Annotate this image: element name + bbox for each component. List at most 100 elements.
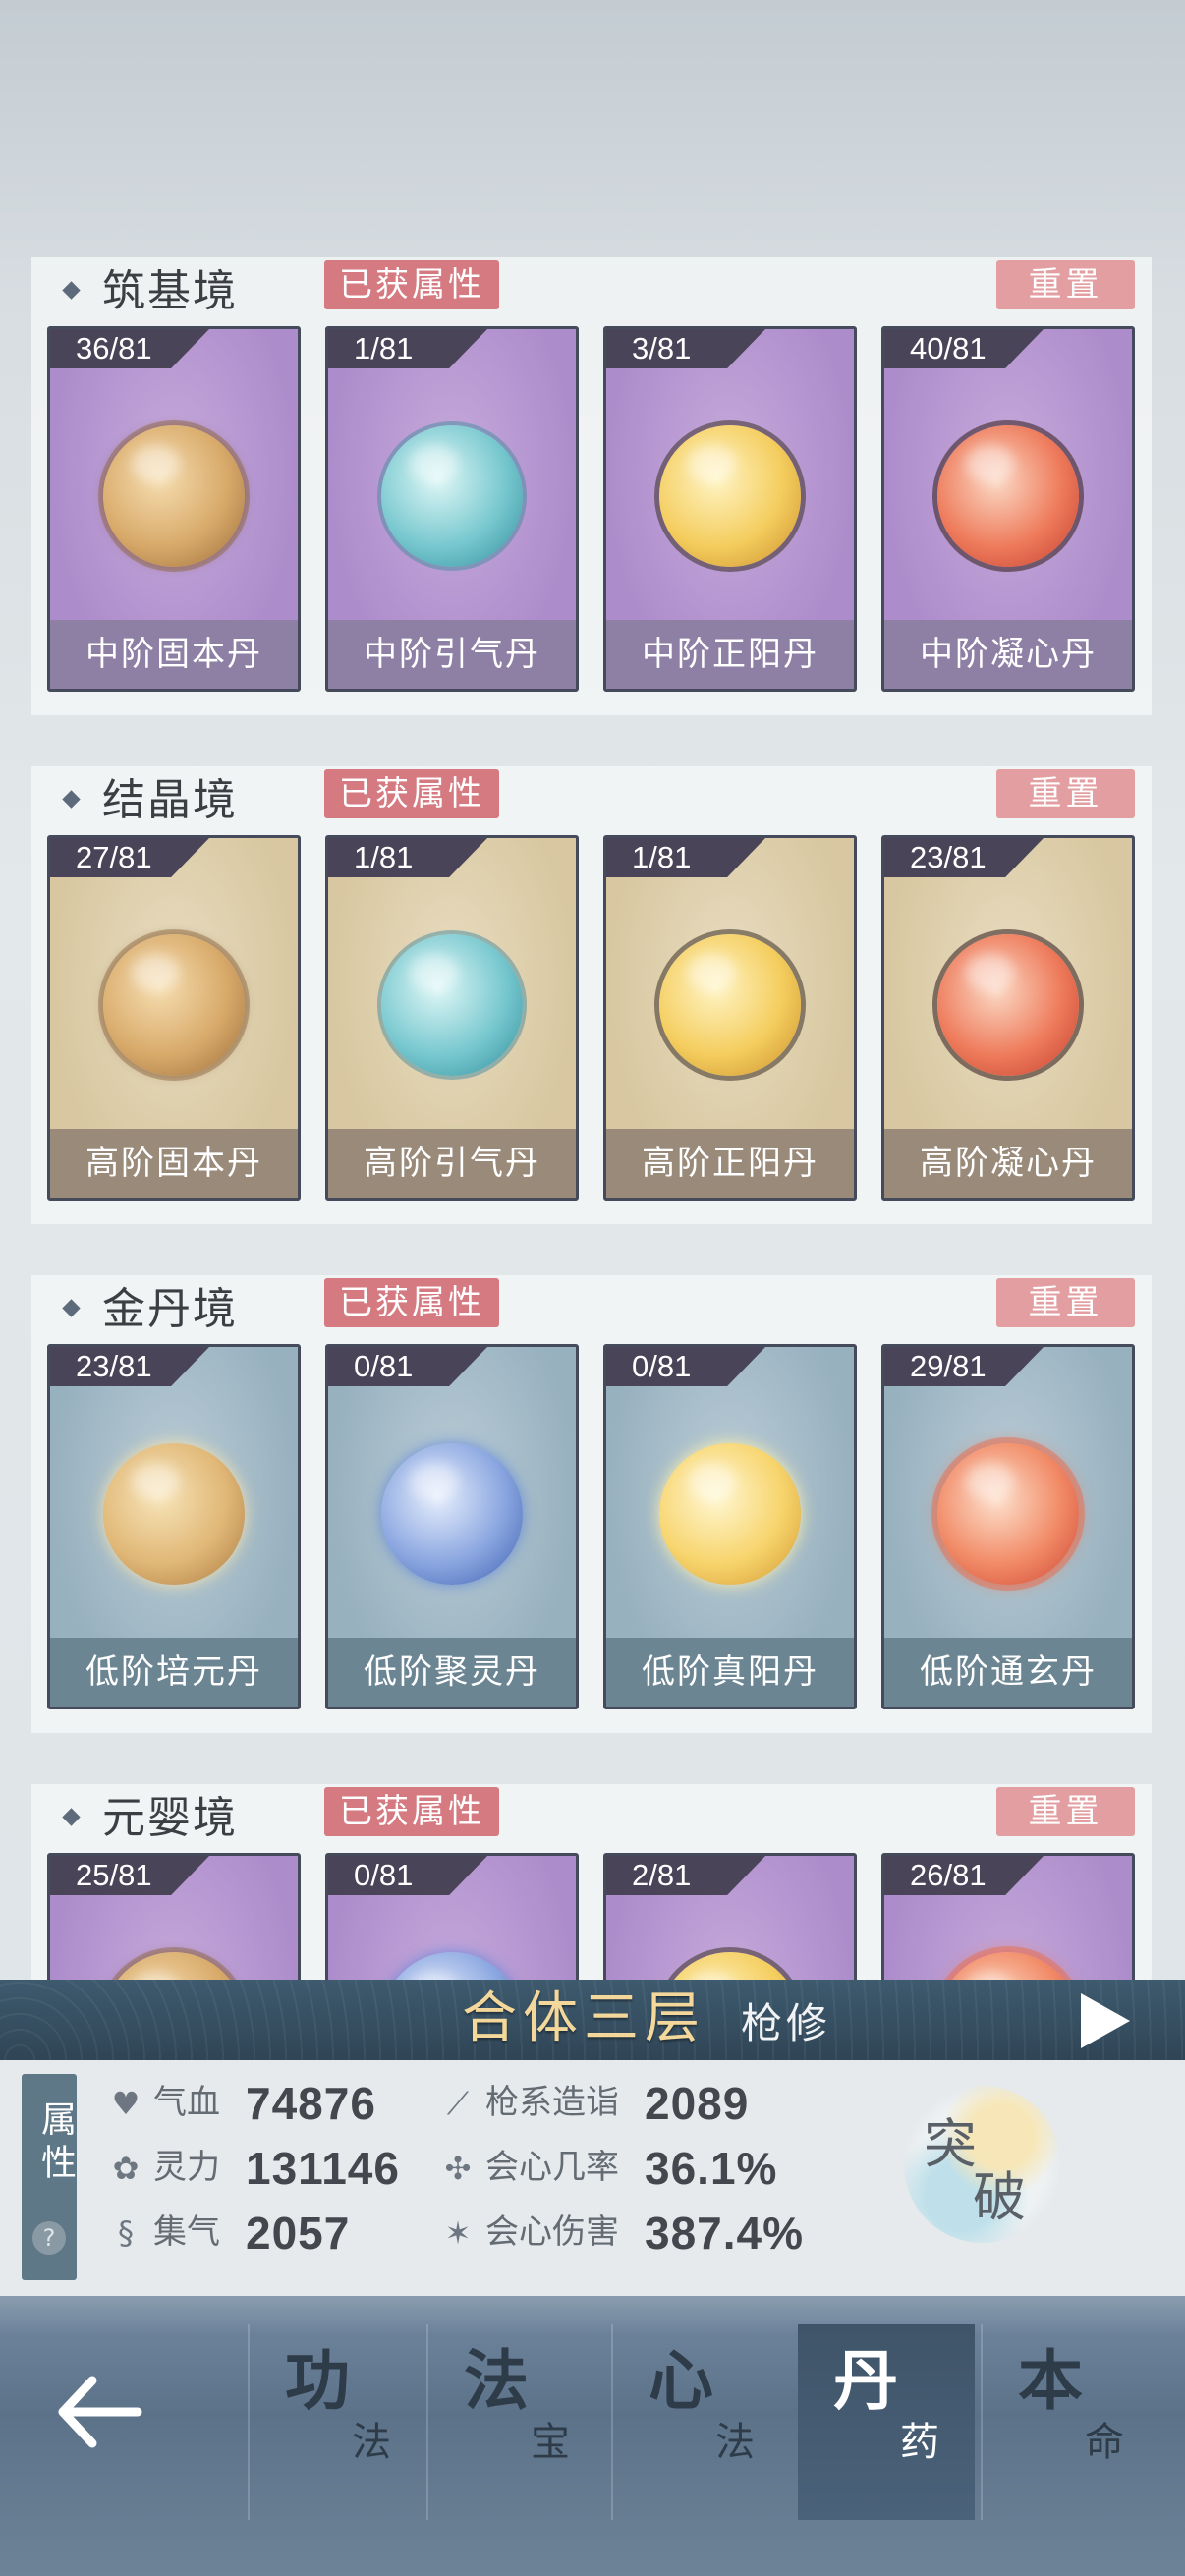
pill-name: 低阶通玄丹 bbox=[920, 1652, 1097, 1692]
pill-card[interactable]: 36/81 中阶固本丹 bbox=[47, 326, 301, 692]
obtained-attributes-button[interactable]: 已获属性 bbox=[324, 1787, 499, 1836]
crit-damage-icon: ✶ bbox=[444, 2214, 472, 2252]
pill-orb-icon bbox=[103, 1952, 245, 1980]
realm-section: 元婴境 已获属性 重置 25/81 0/81 2/81 26/81 bbox=[31, 1784, 1152, 1980]
stat-value: 2089 bbox=[645, 2078, 750, 2129]
tab-danyao[interactable]: 丹药 bbox=[798, 2324, 975, 2520]
pill-count: 27/81 bbox=[76, 840, 152, 874]
obtained-attributes-button[interactable]: 已获属性 bbox=[324, 1278, 499, 1327]
pill-orb-icon bbox=[659, 934, 801, 1076]
pill-name: 中阶固本丹 bbox=[85, 635, 262, 674]
pill-count: 25/81 bbox=[76, 1858, 152, 1892]
pill-card[interactable]: 25/81 bbox=[47, 1853, 301, 1980]
reset-button[interactable]: 重置 bbox=[996, 769, 1135, 818]
pill-orb-icon bbox=[381, 425, 523, 567]
tab-sub-char: 宝 bbox=[531, 2420, 570, 2465]
stat-label: 气血 bbox=[153, 2083, 220, 2122]
tab-sub-char: 药 bbox=[900, 2420, 939, 2465]
next-realm-arrow-icon[interactable] bbox=[1081, 1993, 1130, 2048]
spear-icon: ⟋ bbox=[446, 2085, 470, 2122]
diamond-icon bbox=[62, 790, 81, 809]
pill-orb-icon bbox=[937, 1952, 1079, 1980]
pill-card[interactable]: 27/81 高阶固本丹 bbox=[47, 835, 301, 1201]
pill-count: 1/81 bbox=[354, 331, 414, 365]
diamond-icon bbox=[62, 1808, 81, 1826]
tab-sub-char: 法 bbox=[352, 2420, 391, 2465]
pill-name: 高阶引气丹 bbox=[364, 1144, 540, 1183]
crit-rate-icon: ✣ bbox=[444, 2150, 472, 2187]
tab-fabao[interactable]: 法宝 bbox=[426, 2324, 605, 2520]
section-header: 筑基境 已获属性 重置 bbox=[31, 257, 1152, 326]
pill-card[interactable]: 1/81 中阶引气丹 bbox=[325, 326, 579, 692]
stat-value: 387.4% bbox=[645, 2208, 805, 2259]
obtained-attributes-button[interactable]: 已获属性 bbox=[324, 260, 499, 309]
cultivation-class: 枪修 bbox=[741, 1999, 832, 2047]
pill-count: 0/81 bbox=[354, 1858, 414, 1892]
pill-count: 0/81 bbox=[632, 1349, 692, 1383]
pill-card[interactable]: 3/81 中阶正阳丹 bbox=[603, 326, 857, 692]
reset-button[interactable]: 重置 bbox=[996, 1787, 1135, 1836]
pill-name: 中阶正阳丹 bbox=[642, 635, 818, 674]
pill-orb-icon bbox=[103, 425, 245, 567]
pill-name: 低阶聚灵丹 bbox=[364, 1652, 540, 1692]
breakthrough-label-2: 破 bbox=[973, 2166, 1026, 2228]
pill-orb-icon bbox=[659, 425, 801, 567]
pill-orb-icon bbox=[103, 934, 245, 1076]
realm-section: 结晶境 已获属性 重置 27/81 高阶固本丹 1/81 高阶引气丹 1/81 高阶正阳丹 23/… bbox=[31, 766, 1152, 1224]
pill-card[interactable]: 23/81 低阶培元丹 bbox=[47, 1344, 301, 1709]
stat-label: 枪系造诣 bbox=[485, 2083, 619, 2122]
pill-orb-icon bbox=[659, 1443, 801, 1585]
tab-main-char: 丹 bbox=[833, 2342, 898, 2419]
tab-sub-char: 法 bbox=[715, 2420, 755, 2465]
pill-card[interactable]: 0/81 bbox=[325, 1853, 579, 1980]
pill-card[interactable]: 23/81 高阶凝心丹 bbox=[881, 835, 1135, 1201]
tab-gongfa[interactable]: 功法 bbox=[248, 2324, 426, 2520]
pill-card[interactable]: 2/81 bbox=[603, 1853, 857, 1980]
back-button[interactable] bbox=[51, 2355, 149, 2463]
pill-count: 26/81 bbox=[910, 1858, 987, 1892]
realm-name: 筑基境 bbox=[102, 266, 238, 316]
pill-card[interactable]: 26/81 bbox=[881, 1853, 1135, 1980]
pill-name: 低阶培元丹 bbox=[85, 1652, 262, 1692]
breakthrough-button[interactable]: 突 破 bbox=[904, 2072, 1061, 2268]
tab-main-char: 功 bbox=[285, 2342, 350, 2419]
help-icon[interactable]: ? bbox=[32, 2221, 66, 2255]
pill-card[interactable]: 1/81 高阶引气丹 bbox=[325, 835, 579, 1201]
pill-count: 23/81 bbox=[76, 1349, 152, 1383]
pill-card[interactable]: 1/81 高阶正阳丹 bbox=[603, 835, 857, 1201]
tab-benming[interactable]: 本命 bbox=[981, 2324, 1169, 2520]
pill-name: 高阶正阳丹 bbox=[642, 1144, 818, 1183]
pill-card[interactable]: 0/81 低阶真阳丹 bbox=[603, 1344, 857, 1709]
pill-card[interactable]: 29/81 低阶通玄丹 bbox=[881, 1344, 1135, 1709]
bottom-nav: 功法法宝心法丹药本命 bbox=[0, 2296, 1185, 2576]
tab-main-char: 心 bbox=[649, 2342, 713, 2419]
reset-button[interactable]: 重置 bbox=[996, 1278, 1135, 1327]
stat-label: 集气 bbox=[153, 2212, 220, 2252]
back-arrow-icon bbox=[58, 2376, 142, 2448]
diamond-icon bbox=[62, 1299, 81, 1317]
stat-label: 会心几率 bbox=[485, 2148, 619, 2187]
realm-name: 结晶境 bbox=[102, 775, 238, 825]
obtained-attributes-button[interactable]: 已获属性 bbox=[324, 769, 499, 818]
pill-card[interactable]: 40/81 中阶凝心丹 bbox=[881, 326, 1135, 692]
stat-value: 74876 bbox=[246, 2078, 376, 2129]
attribute-tab[interactable]: 属性 ? bbox=[22, 2074, 77, 2280]
tab-main-char: 本 bbox=[1018, 2342, 1083, 2419]
pill-orb-icon bbox=[659, 1952, 801, 1980]
pill-orb-icon bbox=[381, 1443, 523, 1585]
pill-list-scroll[interactable]: 筑基境 已获属性 重置 36/81 中阶固本丹 1/81 中阶引气丹 3/81 中阶正阳丹 40/… bbox=[0, 0, 1185, 1980]
swirl-icon: § bbox=[118, 2214, 134, 2252]
section-header: 结晶境 已获属性 重置 bbox=[31, 766, 1152, 835]
reset-button[interactable]: 重置 bbox=[996, 260, 1135, 309]
pill-orb-icon bbox=[937, 934, 1079, 1076]
stats-panel: 属性 ? ♥ 气血 74876 ✿ 灵力 131146 § 集气 2057 ⟋ 枪系造诣 2089 ✣ 会… bbox=[0, 2060, 1185, 2296]
tab-xinfa[interactable]: 心法 bbox=[611, 2324, 790, 2520]
pill-name: 低阶真阳丹 bbox=[642, 1652, 818, 1692]
pill-count: 0/81 bbox=[354, 1349, 414, 1383]
pill-card[interactable]: 0/81 低阶聚灵丹 bbox=[325, 1344, 579, 1709]
pill-name: 中阶引气丹 bbox=[364, 635, 540, 674]
pill-count: 23/81 bbox=[910, 840, 987, 874]
realm-bar: 合体三层 枪修 bbox=[0, 1980, 1185, 2060]
pill-count: 36/81 bbox=[76, 331, 152, 365]
pill-count: 1/81 bbox=[632, 840, 692, 874]
